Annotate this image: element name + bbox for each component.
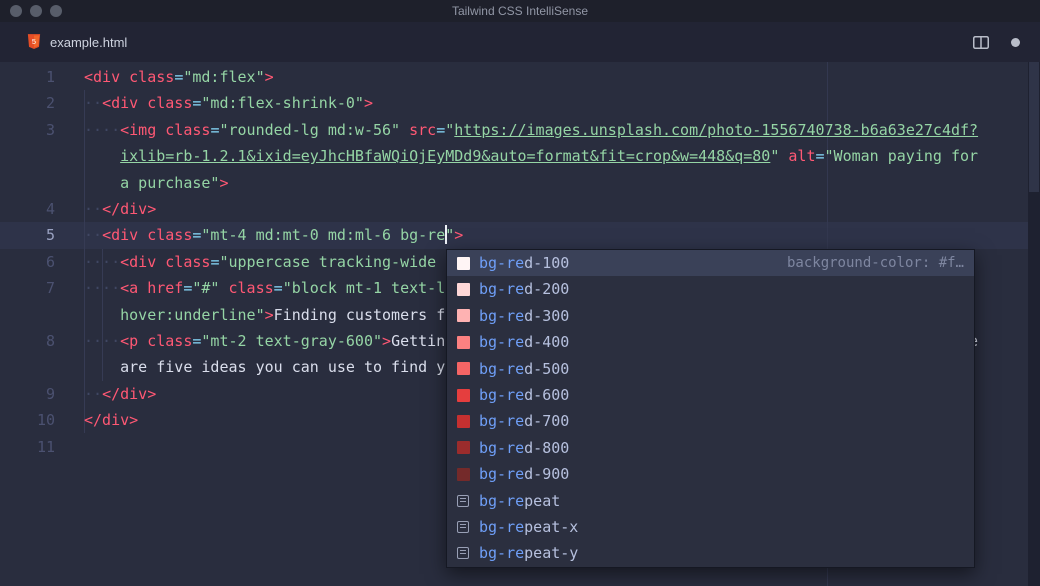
- suggestion-detail: background-color: #f…: [787, 250, 964, 276]
- line-number: 3: [0, 117, 55, 143]
- code-line[interactable]: </div>: [84, 407, 138, 433]
- suggestion-label: bg-repeat: [479, 488, 560, 514]
- suggestion-label: bg-red-900: [479, 461, 569, 487]
- tab-bar: 5 example.html: [0, 22, 1040, 62]
- titlebar: Tailwind CSS IntelliSense: [0, 0, 1040, 22]
- suggestion-item[interactable]: bg-red-200: [447, 276, 974, 302]
- line-number: 1: [0, 64, 55, 90]
- gutter: 123 4567 8 91011: [0, 62, 55, 586]
- suggestion-item[interactable]: bg-repeat-x: [447, 514, 974, 540]
- color-swatch-icon: [457, 415, 470, 428]
- code-line[interactable]: ··</div>: [84, 196, 156, 222]
- color-swatch-icon: [457, 336, 470, 349]
- suggestion-item[interactable]: bg-red-700: [447, 408, 974, 434]
- suggestion-label: bg-red-200: [479, 276, 569, 302]
- tab-filename: example.html: [50, 35, 127, 50]
- suggestion-label: bg-red-300: [479, 303, 569, 329]
- color-swatch-icon: [457, 362, 470, 375]
- line-number: 6: [0, 249, 55, 275]
- suggest-widget: bg-red-100 background-color: #f… bg-red-20…: [446, 249, 975, 568]
- suggestion-item[interactable]: bg-red-500: [447, 356, 974, 382]
- suggestion-label: bg-red-600: [479, 382, 569, 408]
- suggestion-item[interactable]: bg-red-600: [447, 382, 974, 408]
- more-indicator-dot[interactable]: [1011, 38, 1020, 47]
- code-line[interactable]: ····<img class="rounded-lg md:w-56" src=…: [84, 117, 978, 143]
- line-number: 9: [0, 381, 55, 407]
- color-swatch-icon: [457, 468, 470, 481]
- suggestion-label: bg-repeat-x: [479, 514, 578, 540]
- suggestion-label: bg-repeat-y: [479, 540, 578, 566]
- line-number: 8: [0, 328, 55, 354]
- color-swatch-icon: [457, 441, 470, 454]
- color-swatch-icon: [457, 309, 470, 322]
- line-number: 5: [0, 222, 55, 248]
- suggestion-label: bg-red-400: [479, 329, 569, 355]
- suggestion-label: bg-red-700: [479, 408, 569, 434]
- tab-example-html[interactable]: 5 example.html: [0, 22, 143, 62]
- editor[interactable]: 1234567891011 <div class="md:flex">··<di…: [0, 62, 1040, 586]
- suggestion-item[interactable]: bg-red-300: [447, 303, 974, 329]
- code-line[interactable]: ixlib=rb-1.2.1&ixid=eyJhcHBfaWQiOjEyMDd9…: [84, 143, 978, 169]
- line-number: 2: [0, 90, 55, 116]
- suggest-list: bg-red-100 background-color: #f… bg-red-20…: [447, 250, 974, 567]
- editor-scrollbar[interactable]: [1028, 62, 1040, 586]
- code-line[interactable]: ··<div class="md:flex-shrink-0">: [84, 90, 373, 116]
- code-line[interactable]: ··</div>: [84, 381, 156, 407]
- suggestion-item[interactable]: bg-red-900: [447, 461, 974, 487]
- suggestion-item[interactable]: bg-red-100 background-color: #f…: [447, 250, 974, 276]
- line-number: 7: [0, 275, 55, 301]
- color-swatch-icon: [457, 389, 470, 402]
- property-icon: [457, 495, 469, 507]
- suggestion-item[interactable]: bg-red-400: [447, 329, 974, 355]
- line-number: 11: [0, 434, 55, 460]
- tab-actions: [973, 36, 1040, 49]
- window-title: Tailwind CSS IntelliSense: [0, 0, 1040, 22]
- split-editor-icon[interactable]: [973, 36, 989, 49]
- property-icon: [457, 547, 469, 559]
- color-swatch-icon: [457, 283, 470, 296]
- scrollbar-thumb[interactable]: [1029, 62, 1039, 192]
- line-number: 10: [0, 407, 55, 433]
- suggestion-label: bg-red-100: [479, 250, 569, 276]
- code-line[interactable]: a purchase">: [84, 170, 229, 196]
- suggestion-item[interactable]: bg-red-800: [447, 435, 974, 461]
- property-icon: [457, 521, 469, 533]
- code-line[interactable]: <div class="md:flex">: [84, 64, 274, 90]
- code-line[interactable]: ··<div class="mt-4 md:mt-0 md:ml-6 bg-re…: [84, 222, 463, 248]
- html5-icon: 5: [27, 34, 41, 50]
- suggestion-label: bg-red-800: [479, 435, 569, 461]
- color-swatch-icon: [457, 257, 470, 270]
- line-number: 4: [0, 196, 55, 222]
- suggestion-item[interactable]: bg-repeat: [447, 488, 974, 514]
- suggestion-item[interactable]: bg-repeat-y: [447, 540, 974, 566]
- suggestion-label: bg-red-500: [479, 356, 569, 382]
- svg-text:5: 5: [32, 37, 36, 46]
